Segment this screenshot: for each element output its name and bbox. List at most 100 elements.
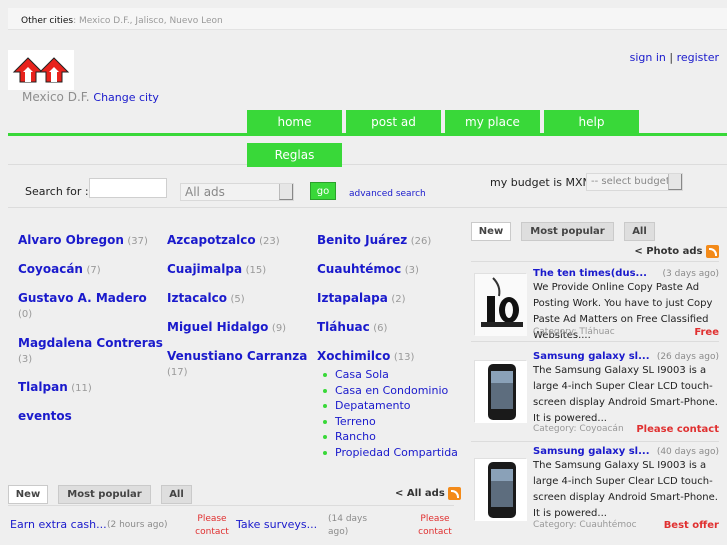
- municipality-item[interactable]: Benito Juárez (26): [317, 233, 462, 262]
- municipality-link[interactable]: Tlalpan: [18, 380, 68, 394]
- divider: [471, 441, 719, 442]
- municipality-item[interactable]: Cuajimalpa (15): [167, 262, 312, 291]
- municipality-item[interactable]: Iztacalco (5): [167, 291, 312, 320]
- municipality-link[interactable]: Alvaro Obregon: [18, 233, 124, 247]
- bullet-icon: [323, 404, 327, 408]
- municipality-item[interactable]: eventos: [18, 409, 163, 438]
- municipality-item[interactable]: Miguel Hidalgo (9): [167, 320, 312, 349]
- municipality-link[interactable]: Tláhuac: [317, 320, 370, 334]
- photo-ad-price: Please contact: [636, 424, 719, 435]
- bullet-icon: [323, 419, 327, 424]
- rss-icon[interactable]: [448, 486, 462, 500]
- municipality-item[interactable]: Tlalpan (11): [18, 380, 163, 409]
- go-button[interactable]: go: [310, 182, 336, 200]
- photo-tab-new[interactable]: New: [471, 222, 511, 241]
- tab-rules[interactable]: Reglas: [247, 143, 342, 167]
- municipality-link[interactable]: Xochimilco: [317, 349, 390, 363]
- rss-icon[interactable]: [706, 244, 719, 258]
- municipality-link[interactable]: eventos: [18, 409, 72, 423]
- all-ads-tab-new[interactable]: New: [8, 485, 48, 504]
- municipality-link[interactable]: Azcapotzalco: [167, 233, 256, 247]
- sub-item[interactable]: Depatamento: [323, 398, 462, 414]
- municipality-link[interactable]: Magdalena Contreras: [18, 336, 163, 350]
- municipality-item[interactable]: Venustiano Carranza (17): [167, 349, 312, 389]
- budget-select[interactable]: -- select budget --: [586, 173, 683, 191]
- municipality-item[interactable]: Cuauhtémoc (3): [317, 262, 462, 291]
- municipality-item[interactable]: Magdalena Contreras (3): [18, 336, 163, 380]
- sub-item[interactable]: Terreno: [323, 414, 462, 430]
- municipality-count: (9): [271, 323, 287, 334]
- municipality-count: (3): [18, 354, 33, 365]
- municipality-link[interactable]: Coyoacán: [18, 262, 83, 276]
- ad-thumbnail[interactable]: [474, 273, 527, 336]
- municipality-item[interactable]: Xochimilco (13): [317, 349, 462, 367]
- auth-links: sign in | register: [630, 51, 719, 64]
- photo-ad-title[interactable]: The ten times(dus...: [533, 268, 647, 279]
- divider: [471, 341, 719, 342]
- sub-item[interactable]: Propiedad Compartida: [323, 445, 462, 461]
- photo-ad-title[interactable]: Samsung galaxy sl...: [533, 446, 650, 457]
- ad-title-link[interactable]: Earn extra cash...: [10, 518, 107, 531]
- tab-help[interactable]: help: [544, 110, 639, 134]
- sub-item-link[interactable]: Casa Sola: [335, 368, 389, 381]
- bullet-icon: [323, 388, 327, 393]
- photo-ads-more[interactable]: < Photo ads: [634, 244, 719, 258]
- ad-thumbnail[interactable]: [474, 360, 527, 423]
- municipality-link[interactable]: Miguel Hidalgo: [167, 320, 268, 334]
- site-logo[interactable]: [8, 50, 74, 90]
- sign-in-link[interactable]: sign in: [630, 51, 666, 64]
- photo-ad-title[interactable]: Samsung galaxy sl...: [533, 351, 650, 362]
- municipality-link[interactable]: Venustiano Carranza: [167, 349, 307, 363]
- current-city: Mexico D.F. Change city: [22, 90, 159, 104]
- municipality-count: (3): [404, 265, 419, 276]
- municipality-link[interactable]: Iztapalapa: [317, 291, 388, 305]
- municipality-link[interactable]: Cuajimalpa: [167, 262, 242, 276]
- photo-tab-all[interactable]: All: [624, 222, 655, 241]
- change-city-link[interactable]: Change city: [93, 91, 159, 104]
- sub-item[interactable]: Casa en Condominio: [323, 383, 462, 399]
- municipality-item[interactable]: Iztapalapa (2): [317, 291, 462, 320]
- all-ads-tab-popular[interactable]: Most popular: [58, 485, 151, 504]
- municipality-column-3: Benito Juárez (26) Cuauhtémoc (3) Iztapa…: [317, 233, 462, 460]
- municipality-item[interactable]: Azcapotzalco (23): [167, 233, 312, 262]
- municipality-link[interactable]: Iztacalco: [167, 291, 227, 305]
- ad-price-line2: contact: [195, 527, 229, 537]
- sub-item-link[interactable]: Casa en Condominio: [335, 384, 448, 397]
- municipality-link[interactable]: Cuauhtémoc: [317, 262, 401, 276]
- municipality-item[interactable]: Gustavo A. Madero (0): [18, 291, 163, 336]
- sub-item[interactable]: Casa Sola: [323, 367, 462, 383]
- all-ads-more[interactable]: < All ads: [395, 486, 462, 500]
- municipality-item[interactable]: Coyoacán (7): [18, 262, 163, 291]
- sub-item-link[interactable]: Terreno: [335, 415, 376, 428]
- ad-date: (2 hours ago): [107, 520, 168, 530]
- all-ads-link[interactable]: < All ads: [395, 488, 445, 499]
- ad-price-line1: Please: [197, 514, 227, 524]
- other-cities-list[interactable]: : Mexico D.F., Jalisco, Nuevo Leon: [73, 16, 223, 26]
- municipality-count: (17): [167, 367, 188, 378]
- municipality-item[interactable]: Tláhuac (6): [317, 320, 462, 349]
- all-ads-tab-all[interactable]: All: [161, 485, 192, 504]
- sub-item-link[interactable]: Propiedad Compartida: [335, 446, 458, 459]
- municipality-column-1: Alvaro Obregon (37) Coyoacán (7) Gustavo…: [18, 233, 163, 438]
- municipality-link[interactable]: Gustavo A. Madero: [18, 291, 147, 305]
- advanced-search-link[interactable]: advanced search: [349, 189, 426, 199]
- ad-date-line1: (14 days: [328, 514, 368, 524]
- municipality-link[interactable]: Benito Juárez: [317, 233, 407, 247]
- search-input[interactable]: [89, 178, 167, 198]
- category-select[interactable]: All ads: [180, 183, 294, 201]
- photo-tab-popular[interactable]: Most popular: [521, 222, 614, 241]
- tab-home[interactable]: home: [247, 110, 342, 134]
- municipality-count: (7): [86, 265, 101, 276]
- photo-ads-link[interactable]: < Photo ads: [634, 246, 702, 257]
- ad-thumbnail[interactable]: [474, 458, 527, 521]
- sub-item-link[interactable]: Rancho: [335, 430, 376, 443]
- municipality-item[interactable]: Alvaro Obregon (37): [18, 233, 163, 262]
- sub-item[interactable]: Rancho: [323, 429, 462, 445]
- xochimilco-sublist: Casa Sola Casa en Condominio Depatamento…: [317, 367, 462, 460]
- register-link[interactable]: register: [677, 51, 719, 64]
- sub-item-link[interactable]: Depatamento: [335, 399, 411, 412]
- ad-title-link[interactable]: Take surveys...: [236, 518, 317, 531]
- tab-post-ad[interactable]: post ad: [346, 110, 441, 134]
- tab-my-place[interactable]: my place: [445, 110, 540, 134]
- search-label: Search for :: [25, 185, 89, 198]
